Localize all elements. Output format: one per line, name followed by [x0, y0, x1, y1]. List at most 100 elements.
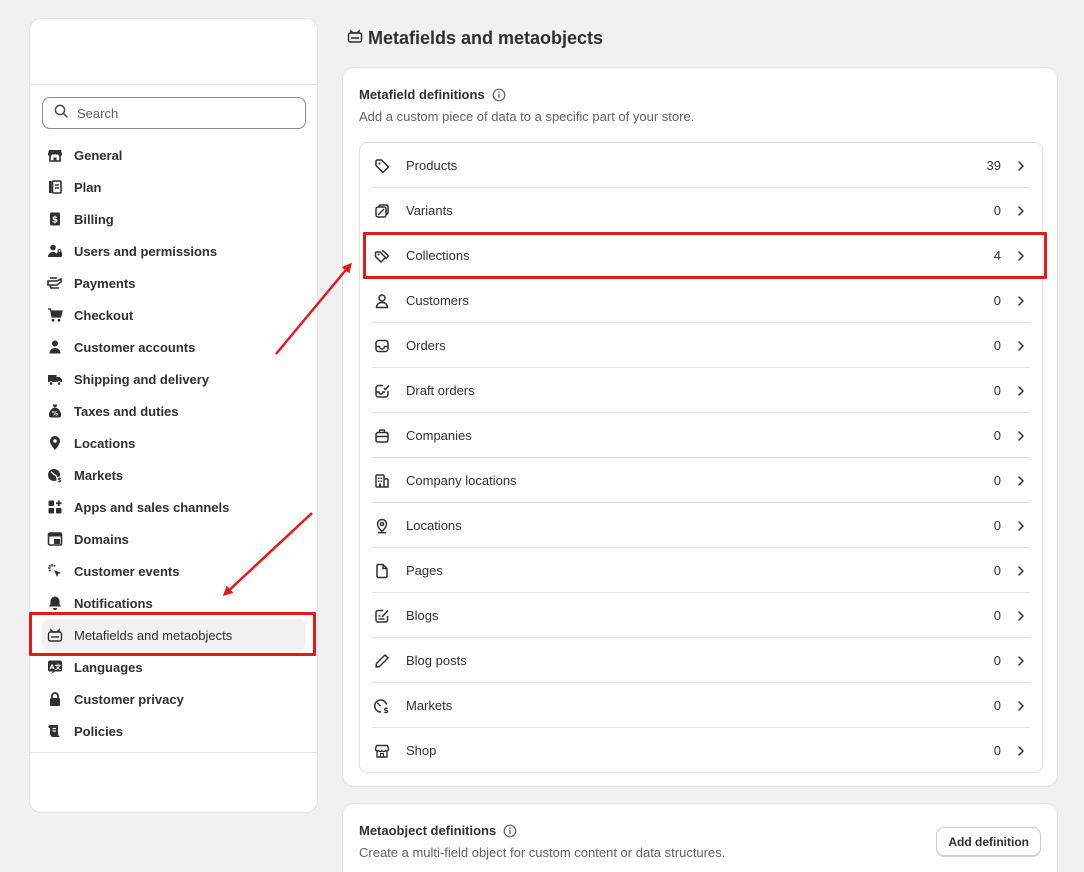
list-row-blog-posts[interactable]: Blog posts 0 [372, 638, 1030, 683]
svg-text:$: $ [52, 216, 58, 226]
list-row-markets[interactable]: $ Markets 0 [372, 683, 1030, 728]
location-pin-icon [47, 435, 63, 451]
sidebar-item-billing[interactable]: $ Billing [42, 203, 306, 235]
divider [30, 752, 317, 753]
row-label: Pages [406, 563, 443, 578]
metafield-definitions-card: Metafield definitions Add a custom piece… [342, 67, 1058, 787]
sidebar-item-label: Domains [74, 531, 129, 547]
list-row-orders[interactable]: Orders 0 [372, 323, 1030, 368]
sidebar-item-domains[interactable]: Domains [42, 523, 306, 555]
divider [30, 84, 317, 85]
blog-icon [374, 608, 390, 624]
search-box[interactable] [42, 97, 306, 129]
sidebar-item-customer-privacy[interactable]: Customer privacy [42, 683, 306, 715]
row-count: 39 [986, 158, 1001, 173]
search-icon [53, 103, 69, 124]
sidebar-item-checkout[interactable]: Checkout [42, 299, 306, 331]
row-label: Draft orders [406, 383, 475, 398]
building-icon [374, 473, 390, 489]
chevron-right-icon [1018, 205, 1024, 216]
list-row-blogs[interactable]: Blogs 0 [372, 593, 1030, 638]
row-label: Companies [406, 428, 472, 443]
row-count: 0 [993, 203, 1001, 218]
chevron-right-icon [1018, 700, 1024, 711]
metaobject-definitions-card: Metaobject definitions Create a multi-fi… [342, 803, 1058, 872]
sidebar-item-label: Markets [74, 467, 124, 483]
sidebar-item-label: Customer accounts [74, 339, 196, 355]
row-label: Shop [406, 743, 437, 758]
sidebar-item-users[interactable]: Users and permissions [42, 235, 306, 267]
chevron-right-icon [1018, 520, 1024, 531]
row-count: 0 [993, 338, 1001, 353]
row-label: Blogs [406, 608, 439, 623]
row-count: 0 [993, 563, 1001, 578]
svg-text:$: $ [383, 706, 389, 714]
sidebar-item-locations[interactable]: Locations [42, 427, 306, 459]
shop-icon [374, 743, 390, 759]
page-title-text: Metafields and metaobjects [368, 28, 604, 48]
list-row-locations[interactable]: Locations 0 [372, 503, 1030, 548]
sidebar-item-label: Apps and sales channels [74, 499, 230, 515]
chevron-right-icon [1018, 655, 1024, 666]
list-row-pages[interactable]: Pages 0 [372, 548, 1030, 593]
sidebar-item-label: Taxes and duties [74, 403, 179, 419]
row-count: 0 [993, 518, 1001, 533]
row-label: Blog posts [406, 653, 467, 668]
row-count: 0 [993, 428, 1001, 443]
page-icon [374, 563, 390, 579]
list-row-customers[interactable]: Customers 0 [372, 278, 1030, 323]
settings-sidebar: General Plan $ Billing Users and permiss… [29, 18, 318, 813]
chevron-right-icon [1018, 565, 1024, 576]
row-label: Customers [406, 293, 469, 308]
list-row-companies[interactable]: Companies 0 [372, 413, 1030, 458]
search-input[interactable] [77, 105, 297, 121]
chevron-right-icon [1018, 475, 1024, 486]
domains-icon [47, 531, 63, 547]
row-label: Orders [406, 338, 446, 353]
list-row-shop[interactable]: Shop 0 [372, 728, 1030, 773]
sidebar-item-policies[interactable]: Policies [42, 715, 306, 747]
chevron-right-icon [1018, 430, 1024, 441]
apps-icon [47, 499, 63, 515]
row-label: Products [406, 158, 458, 173]
tag-icon [374, 158, 390, 174]
globe-outline-icon: $ [374, 698, 390, 714]
languages-icon: A文 [47, 659, 63, 675]
store-icon [47, 147, 63, 163]
row-count: 0 [993, 743, 1001, 758]
sidebar-item-apps[interactable]: Apps and sales channels [42, 491, 306, 523]
card-title: Metaobject definitions [359, 823, 517, 838]
sidebar-item-markets[interactable]: $ Markets [42, 459, 306, 491]
sidebar-item-label: Shipping and delivery [74, 371, 210, 387]
sidebar-item-customer-accounts[interactable]: Customer accounts [42, 331, 306, 363]
row-count: 0 [993, 383, 1001, 398]
sidebar-item-general[interactable]: General [42, 139, 306, 171]
list-row-products[interactable]: Products 39 [372, 143, 1030, 188]
list-row-variants[interactable]: Variants 0 [372, 188, 1030, 233]
sidebar-item-customer-events[interactable]: Customer events [42, 555, 306, 587]
sidebar-item-label: Users and permissions [74, 243, 218, 259]
info-icon[interactable] [503, 824, 517, 838]
card-title-text: Metafield definitions [359, 87, 485, 102]
sidebar-item-taxes[interactable]: % Taxes and duties [42, 395, 306, 427]
sidebar-item-plan[interactable]: Plan [42, 171, 306, 203]
chevron-right-icon [1018, 610, 1024, 621]
svg-text:$: $ [57, 476, 62, 483]
svg-text:文: 文 [54, 662, 62, 671]
sidebar-item-label: Locations [74, 435, 136, 451]
sidebar-item-label: Billing [74, 211, 114, 227]
briefcase-icon [374, 428, 390, 444]
list-row-company-locations[interactable]: Company locations 0 [372, 458, 1030, 503]
truck-icon [47, 371, 63, 387]
inbox-icon [374, 338, 390, 354]
globe-icon: $ [47, 467, 63, 483]
info-icon[interactable] [492, 88, 506, 102]
sidebar-item-payments[interactable]: Payments [42, 267, 306, 299]
list-row-draft-orders[interactable]: Draft orders 0 [372, 368, 1030, 413]
sidebar-item-shipping[interactable]: Shipping and delivery [42, 363, 306, 395]
row-label: Company locations [406, 473, 517, 488]
variants-icon [374, 203, 390, 219]
sidebar-item-label: Languages [74, 659, 143, 675]
row-count: 0 [993, 293, 1001, 308]
add-definition-button[interactable]: Add definition [936, 827, 1041, 856]
